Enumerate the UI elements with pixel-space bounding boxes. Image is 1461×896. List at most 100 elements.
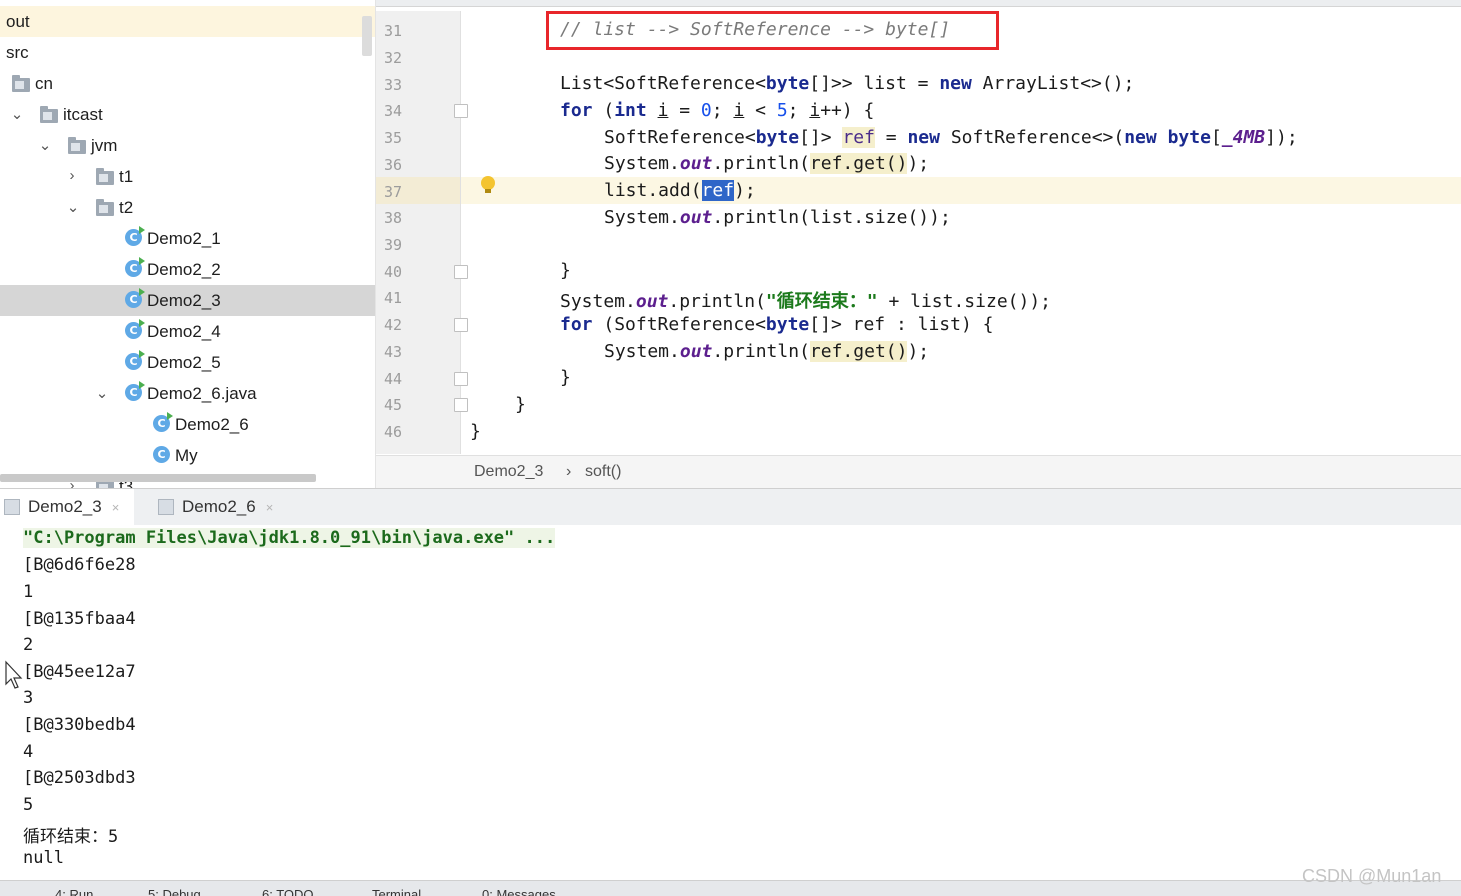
console-tab-icon	[4, 499, 20, 515]
close-icon[interactable]: ×	[266, 500, 274, 515]
tree-item-label: t2	[119, 197, 134, 217]
code-token: []>> list =	[809, 73, 940, 94]
console-line: 3	[23, 688, 34, 708]
code-field: out	[679, 153, 713, 174]
console-line: 4	[23, 742, 34, 762]
class-icon: C	[153, 446, 170, 463]
chevron-down-icon[interactable]: ⌄	[66, 198, 80, 216]
code-field: out	[679, 207, 713, 228]
code-token: List<SoftReference<	[560, 73, 766, 94]
tree-item-demo2-6[interactable]: C Demo2_6	[0, 409, 375, 440]
fold-marker-icon[interactable]	[454, 318, 468, 332]
code-token: list.add(	[604, 180, 702, 201]
tree-item-demo2-3[interactable]: C Demo2_3	[0, 285, 375, 316]
tree-item-label: My	[175, 445, 198, 465]
line-number: 41	[384, 289, 403, 307]
tree-item-cn[interactable]: cn	[0, 68, 375, 99]
code-token: .println(	[712, 153, 810, 174]
run-console[interactable]: "C:\Program Files\Java\jdk1.8.0_91\bin\j…	[0, 525, 1461, 880]
code-token: =	[874, 127, 908, 148]
line-number: 45	[384, 396, 403, 414]
package-icon	[96, 478, 114, 488]
code-variable: ref	[842, 127, 875, 148]
code-token: System.	[604, 341, 680, 362]
console-line: 循环结束：5	[23, 827, 119, 847]
code-keyword: byte	[755, 127, 800, 148]
package-icon	[40, 106, 58, 123]
tree-horizontal-scrollbar[interactable]	[0, 474, 316, 482]
code-token: (SoftReference<	[592, 314, 766, 335]
tree-item-src[interactable]: src	[0, 37, 375, 68]
tree-item-demo2-5[interactable]: C Demo2_5	[0, 347, 375, 378]
tree-item-my[interactable]: C My	[0, 440, 375, 471]
tree-item-label: src	[6, 42, 29, 62]
code-variable: i	[733, 100, 745, 121]
selected-code-token[interactable]: ref	[701, 180, 735, 201]
code-token: + list.size());	[877, 291, 1051, 312]
chevron-down-icon[interactable]: ⌄	[95, 384, 109, 402]
tree-item-label: Demo2_6.java	[147, 383, 257, 403]
code-keyword: byte	[765, 314, 810, 335]
fold-marker-icon[interactable]	[454, 104, 468, 118]
line-number: 32	[384, 49, 403, 67]
code-token: ++) {	[820, 100, 875, 121]
fold-marker-icon[interactable]	[454, 372, 468, 386]
breadcrumb-class[interactable]: Demo2_3	[474, 463, 543, 481]
code-string: "循环结束："	[765, 291, 878, 312]
code-keyword: new	[907, 127, 940, 148]
tree-item-demo2-4[interactable]: C Demo2_4	[0, 316, 375, 347]
tree-item-demo2-6-java[interactable]: ⌄ C Demo2_6.java	[0, 378, 375, 409]
tree-item-label: itcast	[63, 104, 103, 124]
console-line: 5	[23, 795, 34, 815]
code-editor[interactable]: 31 32 33 34 35 36 37 38 39 40 41 42 43 4…	[376, 0, 1461, 489]
package-icon	[68, 137, 86, 154]
console-command-line: "C:\Program Files\Java\jdk1.8.0_91\bin\j…	[23, 528, 556, 548]
tree-item-label: jvm	[91, 135, 118, 155]
code-variable: i	[809, 100, 821, 121]
code-token: );	[734, 180, 756, 201]
code-line-45: }	[515, 394, 526, 415]
class-icon: C	[125, 350, 145, 370]
line-number: 42	[384, 316, 403, 334]
tree-item-itcast[interactable]: ⌄ itcast	[0, 99, 375, 130]
line-number: 34	[384, 102, 403, 120]
code-line-41: System.out.println("循环结束：" + list.size()…	[560, 287, 1051, 313]
code-number: 5	[776, 100, 788, 121]
line-number: 46	[384, 423, 403, 441]
code-token: System.	[604, 207, 680, 228]
line-number: 36	[384, 156, 403, 174]
close-icon[interactable]: ×	[112, 500, 120, 515]
code-keyword: new	[1124, 127, 1157, 148]
code-token: System.	[604, 153, 680, 174]
chevron-right-icon[interactable]: ›	[65, 167, 79, 184]
run-tab-demo2-3[interactable]: Demo2_3 ×	[0, 489, 134, 525]
chevron-down-icon[interactable]: ⌄	[38, 136, 52, 154]
run-tab-label: Demo2_6	[182, 497, 256, 516]
tree-item-t1[interactable]: › t1	[0, 161, 375, 192]
code-token: [	[1210, 127, 1222, 148]
fold-marker-icon[interactable]	[454, 265, 468, 279]
code-line-33: List<SoftReference<byte[]>> list = new A…	[560, 73, 1134, 94]
tree-item-label: Demo2_2	[147, 259, 221, 279]
tree-item-demo2-2[interactable]: C Demo2_2	[0, 254, 375, 285]
class-icon: C	[125, 319, 145, 339]
run-tab-demo2-6[interactable]: Demo2_6 ×	[158, 489, 298, 525]
tree-item-demo2-1[interactable]: C Demo2_1	[0, 223, 375, 254]
chevron-down-icon[interactable]: ⌄	[10, 105, 24, 123]
tree-vertical-scrollbar[interactable]	[362, 16, 372, 56]
code-line-34: for (int i = 0; i < 5; i++) {	[560, 100, 874, 121]
code-line-38: System.out.println(list.size());	[604, 207, 951, 228]
breadcrumb-method[interactable]: soft()	[585, 463, 621, 481]
tree-item-out[interactable]: out	[0, 6, 375, 37]
console-line: [B@330bedb4	[23, 715, 136, 735]
intention-bulb-icon[interactable]	[481, 176, 495, 193]
tree-item-t2[interactable]: ⌄ t2	[0, 192, 375, 223]
code-line-42: for (SoftReference<byte[]> ref : list) {	[560, 314, 994, 335]
tree-item-jvm[interactable]: ⌄ jvm	[0, 130, 375, 161]
fold-marker-icon[interactable]	[454, 398, 468, 412]
code-token: (	[592, 100, 615, 121]
line-number: 38	[384, 209, 403, 227]
tool-window-bar: 4: Run 5: Debug 6: TODO Terminal 0: Mess…	[0, 880, 1461, 896]
